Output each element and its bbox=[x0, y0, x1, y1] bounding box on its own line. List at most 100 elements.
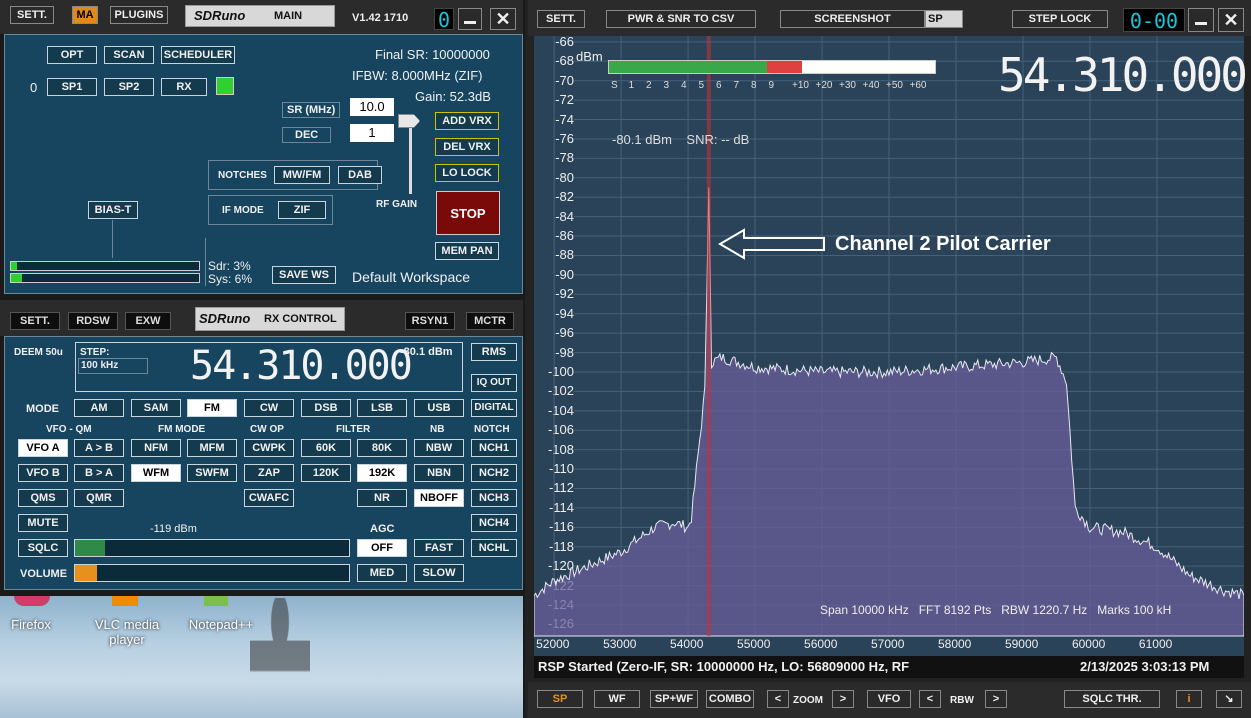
qms-button[interactable]: QMS bbox=[18, 489, 68, 507]
sqlc-button[interactable]: SQLC bbox=[18, 539, 68, 557]
mode-am-button[interactable]: AM bbox=[74, 399, 124, 417]
volume-slider[interactable] bbox=[74, 564, 350, 582]
resize-button[interactable]: ↘ bbox=[1216, 690, 1242, 708]
zoom-in-button[interactable]: > bbox=[832, 690, 854, 708]
main-close-button[interactable]: ✕ bbox=[490, 8, 516, 30]
lo-lock-button[interactable]: LO LOCK bbox=[435, 164, 499, 182]
mode-fm-button[interactable]: FM bbox=[187, 399, 237, 417]
rdsw-button[interactable]: RDSW bbox=[68, 312, 118, 330]
agc-off-button[interactable]: OFF bbox=[357, 539, 407, 557]
nbw-button[interactable]: NBW bbox=[414, 439, 464, 457]
rf-gain-slider-track[interactable] bbox=[409, 118, 412, 194]
rbw-up-button[interactable]: > bbox=[985, 690, 1007, 708]
zap-button[interactable]: ZAP bbox=[244, 464, 294, 482]
scheduler-button[interactable]: SCHEDULER bbox=[161, 46, 235, 64]
nch3-button[interactable]: NCH3 bbox=[471, 489, 517, 507]
a-to-b-button[interactable]: A > B bbox=[74, 439, 124, 457]
main-minimize-button[interactable] bbox=[458, 8, 482, 30]
nboff-button[interactable]: NBOFF bbox=[414, 489, 464, 507]
mctr-button[interactable]: MCTR bbox=[466, 312, 514, 330]
mode-cw-button[interactable]: CW bbox=[244, 399, 294, 417]
screenshot-button[interactable]: SCREENSHOT bbox=[780, 10, 925, 28]
bias-t-button[interactable]: BIAS-T bbox=[88, 201, 138, 219]
view-wf-button[interactable]: WF bbox=[594, 690, 640, 708]
mode-dsb-button[interactable]: DSB bbox=[301, 399, 351, 417]
cwafc-button[interactable]: CWAFC bbox=[244, 489, 294, 507]
rbw-down-button[interactable]: < bbox=[919, 690, 941, 708]
view-combo-button[interactable]: COMBO bbox=[706, 690, 754, 708]
step-lock-button[interactable]: STEP LOCK bbox=[1012, 10, 1108, 28]
vfo-marker[interactable] bbox=[706, 36, 711, 636]
nchl-button[interactable]: NCHL bbox=[471, 539, 517, 557]
step-box[interactable]: 100 kHz bbox=[78, 358, 148, 374]
opt-button[interactable]: OPT bbox=[47, 46, 97, 64]
filter-192k-button[interactable]: 192K bbox=[357, 464, 407, 482]
notepad-icon[interactable] bbox=[204, 596, 228, 606]
nr-button[interactable]: NR bbox=[357, 489, 407, 507]
vlc-label[interactable]: VLC media player bbox=[86, 617, 168, 647]
notepad-label[interactable]: Notepad++ bbox=[180, 617, 262, 632]
mute-button[interactable]: MUTE bbox=[18, 514, 68, 532]
scan-button[interactable]: SCAN bbox=[104, 46, 154, 64]
vfo-button[interactable]: VFO bbox=[867, 690, 911, 708]
zoom-out-button[interactable]: < bbox=[767, 690, 789, 708]
nbn-button[interactable]: NBN bbox=[414, 464, 464, 482]
rxc-frequency-display[interactable]: 54.310.000 bbox=[190, 343, 413, 389]
mem-pan-button[interactable]: MEM PAN bbox=[435, 242, 499, 260]
agc-fast-button[interactable]: FAST bbox=[414, 539, 464, 557]
dab-notch-button[interactable]: DAB bbox=[338, 166, 382, 184]
sp1-button[interactable]: SP1 bbox=[47, 78, 97, 96]
del-vrx-button[interactable]: DEL VRX bbox=[435, 138, 499, 156]
wfm-button[interactable]: WFM bbox=[131, 464, 181, 482]
stop-button[interactable]: STOP bbox=[436, 191, 500, 235]
sqlc-thr-button[interactable]: SQLC THR. bbox=[1064, 690, 1160, 708]
save-ws-button[interactable]: SAVE WS bbox=[272, 266, 336, 284]
sp-close-button[interactable]: ✕ bbox=[1218, 8, 1244, 32]
nch2-button[interactable]: NCH2 bbox=[471, 464, 517, 482]
vfo-b-button[interactable]: VFO B bbox=[18, 464, 68, 482]
sp-sett-button[interactable]: SETT. bbox=[537, 10, 585, 28]
agc-med-button[interactable]: MED bbox=[357, 564, 407, 582]
rx-button[interactable]: RX bbox=[161, 78, 207, 96]
rms-button[interactable]: RMS bbox=[471, 343, 517, 361]
swfm-button[interactable]: SWFM bbox=[187, 464, 237, 482]
ma-button[interactable]: MA bbox=[72, 6, 98, 24]
vfo-a-button[interactable]: VFO A bbox=[18, 439, 68, 457]
zif-button[interactable]: ZIF bbox=[278, 201, 326, 219]
pwr-snr-csv-button[interactable]: PWR & SNR TO CSV bbox=[606, 10, 756, 28]
cwpk-button[interactable]: CWPK bbox=[244, 439, 294, 457]
info-button[interactable]: i bbox=[1176, 690, 1202, 708]
mode-lsb-button[interactable]: LSB bbox=[357, 399, 407, 417]
vlc-icon[interactable] bbox=[112, 596, 138, 606]
nch1-button[interactable]: NCH1 bbox=[471, 439, 517, 457]
sr-value-field[interactable]: 10.0 bbox=[350, 98, 394, 116]
nfm-button[interactable]: NFM bbox=[131, 439, 181, 457]
digital-button[interactable]: DIGITAL bbox=[471, 399, 517, 417]
rsyn1-button[interactable]: RSYN1 bbox=[405, 312, 455, 330]
dec-value-field[interactable]: 1 bbox=[350, 124, 394, 142]
firefox-label[interactable]: Firefox bbox=[4, 617, 58, 632]
filter-80k-button[interactable]: 80K bbox=[357, 439, 407, 457]
mfm-button[interactable]: MFM bbox=[187, 439, 237, 457]
main-sett-button[interactable]: SETT. bbox=[10, 6, 54, 24]
mode-sam-button[interactable]: SAM bbox=[131, 399, 181, 417]
sp2-button[interactable]: SP2 bbox=[104, 78, 154, 96]
mode-usb-button[interactable]: USB bbox=[414, 399, 464, 417]
filter-60k-button[interactable]: 60K bbox=[301, 439, 351, 457]
rxc-sett-button[interactable]: SETT. bbox=[10, 312, 60, 330]
view-spwf-button[interactable]: SP+WF bbox=[650, 690, 698, 708]
exw-button[interactable]: EXW bbox=[125, 312, 171, 330]
mwfm-notch-button[interactable]: MW/FM bbox=[274, 166, 330, 184]
view-sp-button[interactable]: SP bbox=[537, 690, 583, 708]
agc-slow-button[interactable]: SLOW bbox=[414, 564, 464, 582]
plugins-button[interactable]: PLUGINS bbox=[110, 6, 168, 24]
sp-minimize-button[interactable] bbox=[1188, 8, 1214, 32]
iq-out-button[interactable]: IQ OUT bbox=[471, 374, 517, 392]
b-to-a-button[interactable]: B > A bbox=[74, 464, 124, 482]
nch4-button[interactable]: NCH4 bbox=[471, 514, 517, 532]
add-vrx-button[interactable]: ADD VRX bbox=[435, 112, 499, 130]
qmr-button[interactable]: QMR bbox=[74, 489, 124, 507]
squelch-slider[interactable] bbox=[74, 539, 350, 557]
filter-120k-button[interactable]: 120K bbox=[301, 464, 351, 482]
firefox-icon[interactable] bbox=[14, 596, 50, 606]
